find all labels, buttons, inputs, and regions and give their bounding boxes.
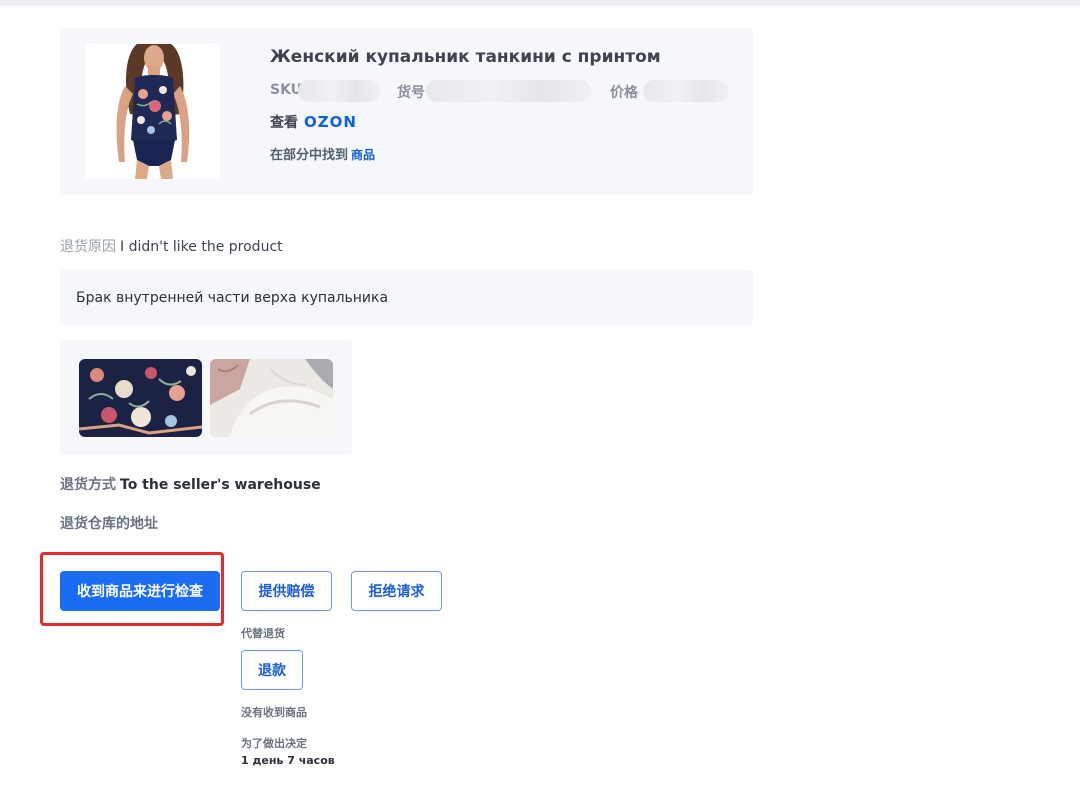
refund-button[interactable]: 退款 <box>241 650 303 690</box>
return-method-value: To the seller's warehouse <box>120 477 321 493</box>
reject-request-button[interactable]: 拒绝请求 <box>351 571 442 611</box>
customer-photo-2[interactable] <box>210 359 333 437</box>
return-method-label: 退货方式 <box>60 477 116 493</box>
return-reason-value: I didn't like the product <box>120 239 283 255</box>
price-value-redacted <box>643 80 728 102</box>
product-title: Женский купальник танкини с принтом <box>270 47 661 67</box>
product-card: Женский купальник танкини с принтом SKU … <box>60 28 753 195</box>
product-meta-row: SKU 货号 价格 <box>270 80 740 104</box>
products-section-link[interactable]: 商品 <box>351 148 375 162</box>
customer-photos <box>60 340 352 455</box>
return-reason-label: 退货原因 <box>60 239 116 255</box>
customer-photo-1[interactable] <box>79 359 202 437</box>
view-label: 查看 <box>270 115 298 131</box>
return-method: 退货方式 To the seller's warehouse <box>60 474 321 494</box>
customer-comment-text: Брак внутренней части верха купальника <box>76 290 389 306</box>
return-reason: 退货原因 I didn't like the product <box>60 236 283 256</box>
product-image[interactable] <box>85 44 220 179</box>
customer-comment-box: Брак внутренней части верха купальника <box>60 270 753 325</box>
price-label: 价格 <box>610 85 638 101</box>
not-received-label: 没有收到商品 <box>241 706 307 719</box>
top-bar <box>0 0 1080 6</box>
sku-value-redacted <box>298 80 380 102</box>
offer-compensation-button[interactable]: 提供赔偿 <box>241 571 332 611</box>
found-in-section: 在部分中找到 商品 <box>270 144 375 163</box>
view-on-marketplace[interactable]: 查看 OZON <box>270 112 357 132</box>
found-in-label: 在部分中找到 <box>270 148 349 163</box>
instead-of-return-label: 代替退货 <box>241 627 285 640</box>
ozon-logo[interactable]: OZON <box>304 113 357 131</box>
decision-time-label: 为了做出决定 <box>241 737 307 750</box>
decision-time-value: 1 день 7 часов <box>241 754 335 767</box>
warehouse-address-label: 退货仓库的地址 <box>60 516 158 532</box>
article-label: 货号 <box>397 85 425 101</box>
article-value-redacted <box>426 80 591 102</box>
receive-for-inspection-button[interactable]: 收到商品来进行检查 <box>60 571 220 611</box>
